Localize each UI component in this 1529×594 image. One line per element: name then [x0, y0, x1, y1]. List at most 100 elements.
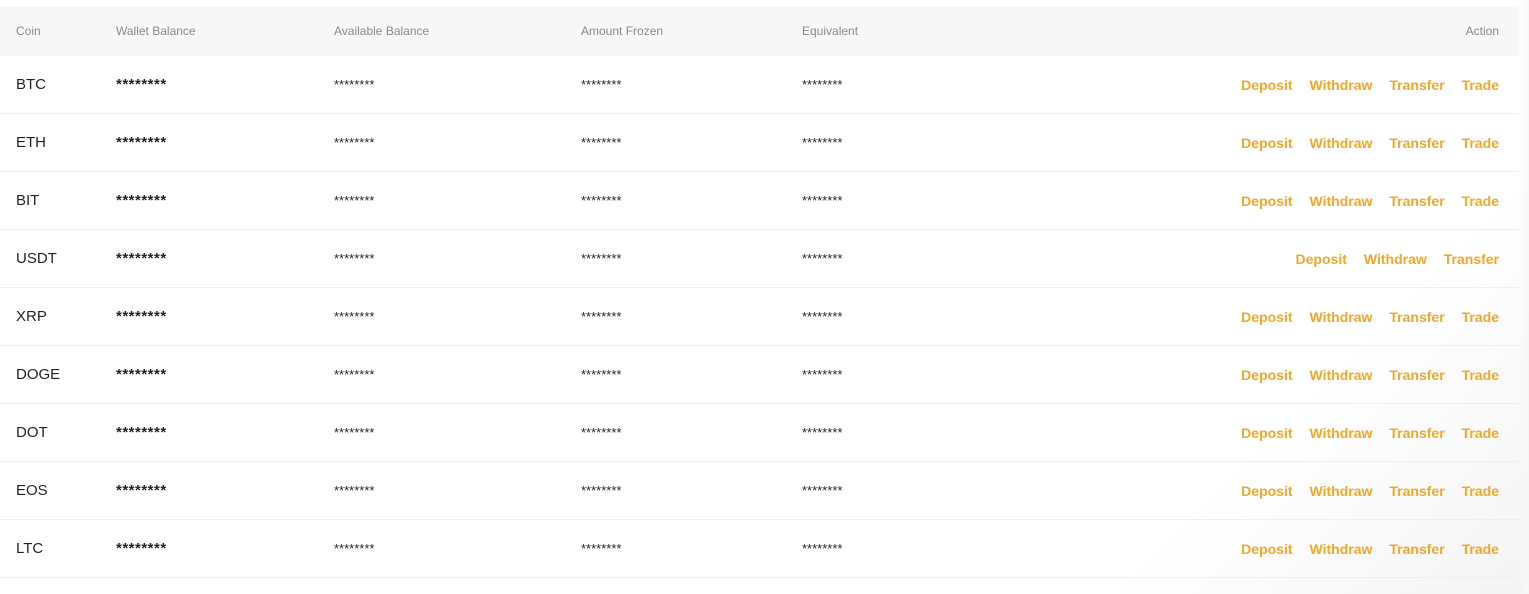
- cell-available-balance: ********: [334, 483, 375, 498]
- withdraw-link[interactable]: Withdraw: [1310, 193, 1373, 209]
- table-header-row: Coin Wallet Balance Available Balance Am…: [0, 6, 1519, 56]
- cell-amount-frozen: ********: [581, 135, 622, 150]
- cell-equivalent: ********: [802, 135, 843, 150]
- cell-available-balance: ********: [334, 135, 375, 150]
- header-equivalent: Equivalent: [802, 24, 859, 38]
- header-wallet-balance: Wallet Balance: [116, 24, 196, 38]
- trade-link[interactable]: Trade: [1462, 135, 1499, 151]
- cell-available-balance: ********: [334, 193, 375, 208]
- row-actions: Deposit Withdraw Transfer Trade: [1241, 114, 1499, 171]
- deposit-link[interactable]: Deposit: [1296, 251, 1347, 267]
- cell-available-balance: ********: [334, 77, 375, 92]
- deposit-link[interactable]: Deposit: [1241, 367, 1292, 383]
- cell-equivalent: ********: [802, 425, 843, 440]
- transfer-link[interactable]: Transfer: [1389, 483, 1444, 499]
- trade-link[interactable]: Trade: [1462, 425, 1499, 441]
- cell-wallet-balance: ********: [116, 424, 167, 441]
- trade-link[interactable]: Trade: [1462, 541, 1499, 557]
- trade-link[interactable]: Trade: [1462, 77, 1499, 93]
- cell-equivalent: ********: [802, 309, 843, 324]
- withdraw-link[interactable]: Withdraw: [1310, 135, 1373, 151]
- cell-coin: DOT: [16, 424, 48, 441]
- cell-amount-frozen: ********: [581, 193, 622, 208]
- withdraw-link[interactable]: Withdraw: [1310, 425, 1373, 441]
- withdraw-link[interactable]: Withdraw: [1310, 309, 1373, 325]
- cell-wallet-balance: ********: [116, 192, 167, 209]
- trade-link[interactable]: Trade: [1462, 483, 1499, 499]
- header-action: Action: [1465, 24, 1499, 38]
- cell-equivalent: ********: [802, 483, 843, 498]
- cell-wallet-balance: ********: [116, 250, 167, 267]
- withdraw-link[interactable]: Withdraw: [1364, 251, 1427, 267]
- page: Coin Wallet Balance Available Balance Am…: [0, 0, 1529, 594]
- deposit-link[interactable]: Deposit: [1241, 193, 1292, 209]
- deposit-link[interactable]: Deposit: [1241, 309, 1292, 325]
- cell-wallet-balance: ********: [116, 366, 167, 383]
- table-row: BIT ******** ******** ******** ******** Depos…: [0, 172, 1519, 230]
- withdraw-link[interactable]: Withdraw: [1310, 367, 1373, 383]
- cell-coin: USDT: [16, 250, 57, 267]
- table-row: DOGE ******** ******** ******** ******** Depo…: [0, 346, 1519, 404]
- cell-amount-frozen: ********: [581, 77, 622, 92]
- withdraw-link[interactable]: Withdraw: [1310, 483, 1373, 499]
- cell-coin: ETH: [16, 134, 46, 151]
- row-actions: Deposit Withdraw Transfer: [1296, 230, 1499, 287]
- cell-wallet-balance: ********: [116, 134, 167, 151]
- cell-wallet-balance: ********: [116, 540, 167, 557]
- cell-amount-frozen: ********: [581, 309, 622, 324]
- withdraw-link[interactable]: Withdraw: [1310, 77, 1373, 93]
- transfer-link[interactable]: Transfer: [1389, 541, 1444, 557]
- deposit-link[interactable]: Deposit: [1241, 541, 1292, 557]
- deposit-link[interactable]: Deposit: [1241, 425, 1292, 441]
- cell-wallet-balance: ********: [116, 76, 167, 93]
- trade-link[interactable]: Trade: [1462, 367, 1499, 383]
- transfer-link[interactable]: Transfer: [1389, 367, 1444, 383]
- row-actions: Deposit Withdraw Transfer Trade: [1241, 404, 1499, 461]
- cell-coin: XRP: [16, 308, 47, 325]
- table-body: BTC ******** ******** ******** ******** Depos…: [0, 56, 1519, 578]
- cell-equivalent: ********: [802, 367, 843, 382]
- deposit-link[interactable]: Deposit: [1241, 483, 1292, 499]
- table-row: BTC ******** ******** ******** ******** Depos…: [0, 56, 1519, 114]
- table-row: USDT ******** ******** ******** ******** Depo…: [0, 230, 1519, 288]
- row-actions: Deposit Withdraw Transfer Trade: [1241, 520, 1499, 577]
- deposit-link[interactable]: Deposit: [1241, 135, 1292, 151]
- row-actions: Deposit Withdraw Transfer Trade: [1241, 462, 1499, 519]
- table-row: ETH ******** ******** ******** ******** Depos…: [0, 114, 1519, 172]
- trade-link[interactable]: Trade: [1462, 193, 1499, 209]
- deposit-link[interactable]: Deposit: [1241, 77, 1292, 93]
- withdraw-link[interactable]: Withdraw: [1310, 541, 1373, 557]
- transfer-link[interactable]: Transfer: [1444, 251, 1499, 267]
- cell-equivalent: ********: [802, 193, 843, 208]
- cell-amount-frozen: ********: [581, 251, 622, 266]
- cell-amount-frozen: ********: [581, 367, 622, 382]
- cell-amount-frozen: ********: [581, 541, 622, 556]
- assets-table: Coin Wallet Balance Available Balance Am…: [0, 6, 1519, 578]
- cell-coin: BIT: [16, 192, 40, 209]
- cell-wallet-balance: ********: [116, 482, 167, 499]
- cell-amount-frozen: ********: [581, 425, 622, 440]
- cell-coin: BTC: [16, 76, 46, 93]
- transfer-link[interactable]: Transfer: [1389, 135, 1444, 151]
- transfer-link[interactable]: Transfer: [1389, 77, 1444, 93]
- row-actions: Deposit Withdraw Transfer Trade: [1241, 346, 1499, 403]
- cell-amount-frozen: ********: [581, 483, 622, 498]
- transfer-link[interactable]: Transfer: [1389, 425, 1444, 441]
- cell-equivalent: ********: [802, 77, 843, 92]
- cell-available-balance: ********: [334, 541, 375, 556]
- trade-link[interactable]: Trade: [1462, 309, 1499, 325]
- header-coin: Coin: [16, 24, 41, 38]
- cell-available-balance: ********: [334, 309, 375, 324]
- cell-coin: EOS: [16, 482, 48, 499]
- table-row: XRP ******** ******** ******** ******** Depos…: [0, 288, 1519, 346]
- table-row: LTC ******** ******** ******** ******** Depos…: [0, 520, 1519, 578]
- row-actions: Deposit Withdraw Transfer Trade: [1241, 172, 1499, 229]
- table-row: DOT ******** ******** ******** ******** Depos…: [0, 404, 1519, 462]
- cell-coin: LTC: [16, 540, 44, 557]
- transfer-link[interactable]: Transfer: [1389, 309, 1444, 325]
- transfer-link[interactable]: Transfer: [1389, 193, 1444, 209]
- cell-coin: DOGE: [16, 366, 61, 383]
- header-amount-frozen: Amount Frozen: [581, 24, 664, 38]
- scroll-edge: [1519, 0, 1529, 594]
- cell-available-balance: ********: [334, 367, 375, 382]
